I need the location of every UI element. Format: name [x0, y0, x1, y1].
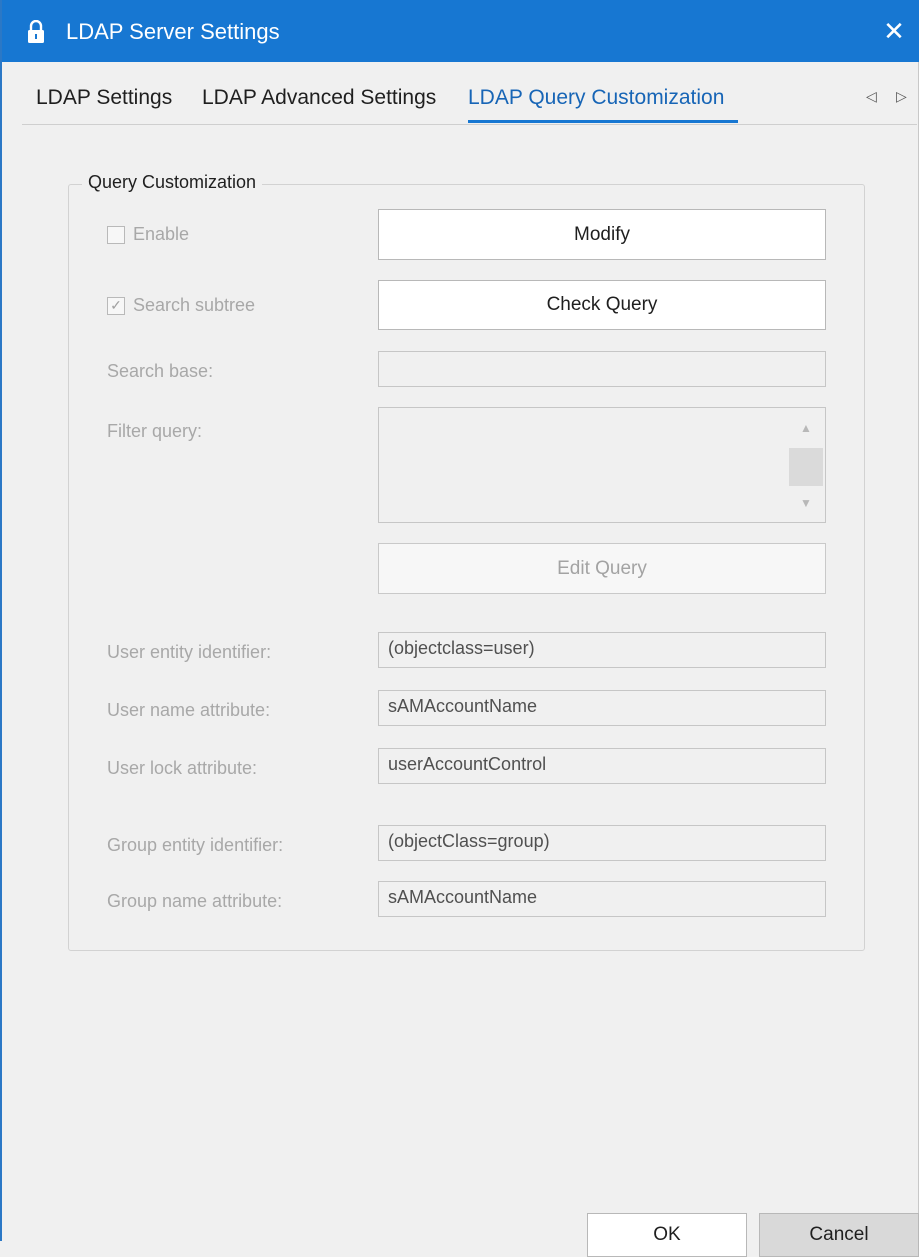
tab-ldap-settings[interactable]: LDAP Settings: [36, 86, 172, 110]
close-button[interactable]: ✕: [867, 0, 919, 62]
window-title: LDAP Server Settings: [66, 19, 280, 44]
user-name-attribute-field[interactable]: sAMAccountName: [378, 690, 826, 726]
filter-query-textarea[interactable]: ▲ ▼: [378, 407, 826, 523]
search-subtree-checkbox[interactable]: ✓ Search subtree: [107, 295, 255, 316]
lock-icon: [28, 20, 44, 43]
modify-button[interactable]: Modify: [378, 209, 826, 260]
dialog-window: LDAP Server Settings ✕ LDAP Settings LDA…: [0, 0, 919, 1257]
close-icon: ✕: [883, 16, 905, 46]
user-lock-attribute-field[interactable]: userAccountControl: [378, 748, 826, 784]
tab-divider: [22, 124, 917, 125]
title-bar[interactable]: LDAP Server Settings ✕: [2, 0, 919, 62]
user-entity-identifier-field[interactable]: (objectclass=user): [378, 632, 826, 668]
check-query-button[interactable]: Check Query: [378, 280, 826, 330]
ok-button[interactable]: OK: [587, 1213, 747, 1257]
group-entity-identifier-field[interactable]: (objectClass=group): [378, 825, 826, 861]
checkmark-icon: ✓: [107, 296, 125, 315]
search-base-field[interactable]: [378, 351, 826, 387]
user-name-attribute-label: User name attribute:: [107, 700, 271, 720]
user-lock-attribute-label: User lock attribute:: [107, 758, 258, 778]
group-legend: Query Customization: [82, 172, 263, 193]
enable-label: Enable: [133, 224, 190, 244]
checkbox-box: [107, 225, 125, 244]
tab-scroll-left-icon[interactable]: ◁: [866, 88, 877, 105]
tab-scroll-right-icon[interactable]: ▷: [896, 88, 907, 105]
group-entity-identifier-label: Group entity identifier:: [107, 835, 284, 855]
scroll-thumb[interactable]: [789, 448, 823, 486]
search-subtree-label: Search subtree: [133, 295, 256, 315]
tab-strip: LDAP Settings LDAP Advanced Settings LDA…: [22, 82, 919, 125]
cancel-button[interactable]: Cancel: [759, 1213, 919, 1257]
edit-query-button[interactable]: Edit Query: [378, 543, 826, 594]
filter-query-label: Filter query:: [107, 421, 203, 441]
enable-checkbox[interactable]: Enable: [107, 224, 189, 245]
tab-ldap-query-customization[interactable]: LDAP Query Customization: [468, 86, 724, 110]
filter-query-scrollbar[interactable]: ▲ ▼: [789, 410, 823, 520]
search-base-label: Search base:: [107, 361, 214, 381]
tab-ldap-advanced-settings[interactable]: LDAP Advanced Settings: [202, 86, 436, 110]
active-tab-indicator: [468, 120, 738, 123]
scroll-down-icon[interactable]: ▼: [789, 486, 823, 520]
group-name-attribute-label: Group name attribute:: [107, 891, 283, 911]
scroll-up-icon[interactable]: ▲: [789, 410, 823, 446]
user-entity-identifier-label: User entity identifier:: [107, 642, 272, 662]
group-name-attribute-field[interactable]: sAMAccountName: [378, 881, 826, 917]
